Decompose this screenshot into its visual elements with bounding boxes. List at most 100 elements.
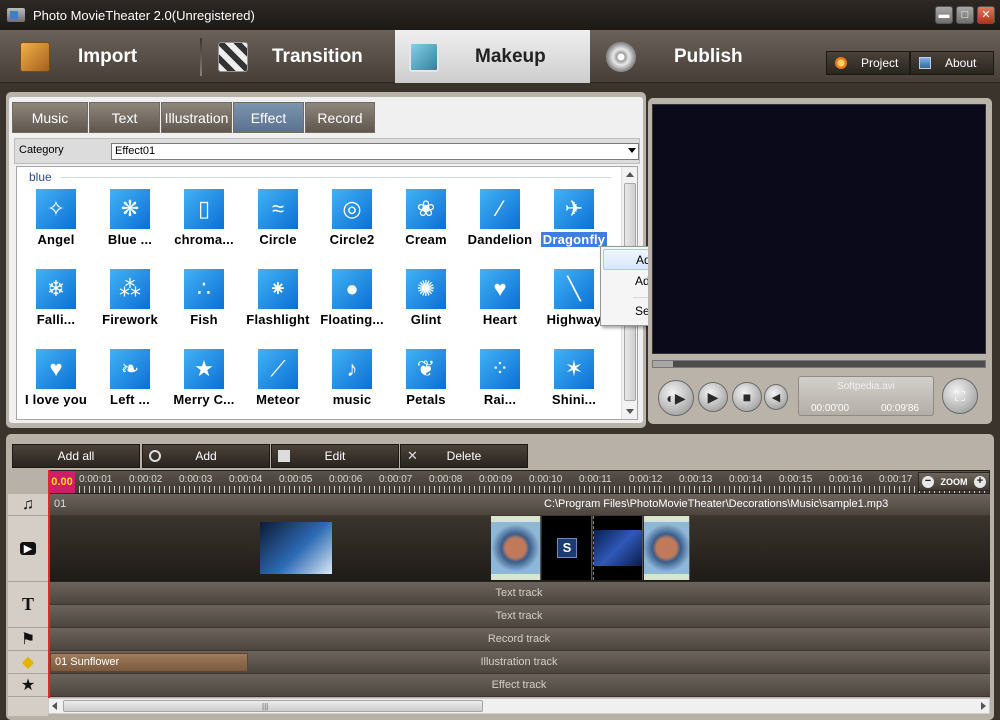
effect-tile[interactable]: ▯ chroma... xyxy=(167,189,241,265)
effect-tile[interactable]: ⁄ Dandelion xyxy=(463,189,537,265)
close-button[interactable]: ✕ xyxy=(977,6,995,24)
effect-tile[interactable]: ⁂ Firework xyxy=(93,269,167,345)
effect-tile[interactable]: ✶ Shini... xyxy=(537,349,611,419)
preview-progress-bar[interactable] xyxy=(652,360,986,368)
volume-button[interactable]: ◀ xyxy=(764,384,788,410)
effect-glyph-icon: ❀ xyxy=(416,196,436,221)
effect-tile[interactable]: ❦ Petals xyxy=(389,349,463,419)
timeline-edit-button[interactable]: Edit xyxy=(271,444,399,468)
effect-thumbnail: ≈ xyxy=(258,189,298,229)
effect-tile[interactable]: ❀ Cream xyxy=(389,189,463,265)
subtab-effect[interactable]: Effect xyxy=(233,102,304,133)
effect-tile[interactable]: ★ Merry C... xyxy=(167,349,241,419)
effect-glyph-icon: ⁄ xyxy=(498,196,502,221)
effect-tile[interactable]: ❧ Left ... xyxy=(93,349,167,419)
tab-transition[interactable]: Transition xyxy=(204,30,394,83)
subtab-illustration[interactable]: Illustration xyxy=(161,102,232,133)
current-time: 00:00'00 xyxy=(811,403,850,414)
track-icon-column: ♫ ▶ T ⚑ ◆ ★ xyxy=(8,494,48,716)
ruler-tick-label: 0:00:07 xyxy=(379,474,413,485)
zoom-in-icon[interactable]: + xyxy=(974,475,986,488)
tab-makeup[interactable]: Makeup xyxy=(395,30,590,83)
subtab-music[interactable]: Music xyxy=(12,102,88,133)
music-note-icon: ♫ xyxy=(8,494,48,516)
timeline-add-button[interactable]: Add xyxy=(142,444,270,468)
transition-clip[interactable] xyxy=(491,516,541,580)
effect-tile[interactable]: ❄ Falli... xyxy=(19,269,93,345)
timeline-scroll-thumb[interactable]: ||| xyxy=(63,700,483,712)
effect-name: Circle2 xyxy=(329,232,375,247)
effect-tile[interactable]: ❋ Blue ... xyxy=(93,189,167,265)
softpedia-logo: S xyxy=(557,538,577,558)
effect-tile[interactable]: ⟋ Meteor xyxy=(241,349,315,419)
text-track-2[interactable]: Text track xyxy=(48,605,990,628)
category-select[interactable]: Effect01 xyxy=(111,143,639,160)
effect-thumbnail: ⁘ xyxy=(480,349,520,389)
timeline-scrollbar[interactable]: ||| xyxy=(48,698,990,714)
effect-tile[interactable]: ◎ Circle2 xyxy=(315,189,389,265)
effect-tile[interactable]: ♥ Heart xyxy=(463,269,537,345)
play-pause-button[interactable]: ◐▶ xyxy=(658,380,694,416)
tab-import[interactable]: Import xyxy=(6,30,198,83)
play-pause-icon: ◐▶ xyxy=(666,389,686,406)
effect-tile[interactable]: ♥ I love you xyxy=(19,349,93,419)
about-button[interactable]: About xyxy=(910,51,994,75)
video-clip[interactable] xyxy=(260,516,332,580)
transition-clip[interactable] xyxy=(644,516,690,580)
stop-button[interactable]: ■ xyxy=(732,382,762,412)
subtab-text[interactable]: Text xyxy=(89,102,160,133)
effect-name: Left ... xyxy=(110,392,150,407)
effect-tile[interactable]: ∴ Fish xyxy=(167,269,241,345)
record-track[interactable]: Record track xyxy=(48,628,990,651)
effect-tile[interactable]: ⁕ Flashlight xyxy=(241,269,315,345)
fullscreen-button[interactable]: ⛶ xyxy=(942,378,978,414)
playhead[interactable] xyxy=(48,470,50,698)
zoom-out-icon[interactable]: − xyxy=(922,475,934,488)
music-track[interactable]: 01 C:\Program Files\PhotoMovieTheater\De… xyxy=(48,494,990,516)
effect-tile[interactable]: ⁘ Rai... xyxy=(463,349,537,419)
effect-tile[interactable]: ✺ Glint xyxy=(389,269,463,345)
speaker-icon: ◀ xyxy=(771,391,781,404)
ruler-tick-label: 0:00:05 xyxy=(279,474,313,485)
scroll-down-icon[interactable] xyxy=(626,409,634,414)
effect-track[interactable]: Effect track xyxy=(48,674,990,697)
effect-glyph-icon: ⟋ xyxy=(270,356,286,381)
subtab-record[interactable]: Record xyxy=(305,102,375,133)
effect-name: Dandelion xyxy=(467,232,533,247)
effect-tile[interactable]: ✧ Angel xyxy=(19,189,93,265)
image-clip-thumbnail xyxy=(594,530,642,566)
effect-thumbnail: ❄ xyxy=(36,269,76,309)
effect-thumbnail: ❧ xyxy=(110,349,150,389)
project-button[interactable]: Project xyxy=(826,51,910,75)
ruler-tick-label: 0:00:11 xyxy=(579,474,612,485)
illustration-clip[interactable]: 01 Sunflower xyxy=(50,653,248,672)
timeline-ruler[interactable]: 0.00 0:00:01 0:00:02 0:00:03 0:00:04 0:00:05… xyxy=(48,470,990,494)
timeline-add-all-button[interactable]: Add all xyxy=(12,444,140,468)
ruler-tick-label: 0:00:12 xyxy=(629,474,663,485)
minimize-button[interactable]: ▬ xyxy=(935,6,953,24)
image-clip[interactable]: S xyxy=(542,516,592,580)
image-clip[interactable] xyxy=(593,516,643,580)
effect-name: Shini... xyxy=(551,392,597,407)
play-button[interactable]: ▶ xyxy=(698,382,728,412)
video-track[interactable]: S xyxy=(48,516,990,582)
effect-tile[interactable]: ≈ Circle xyxy=(241,189,315,265)
scroll-left-icon[interactable] xyxy=(52,702,57,710)
text-track-1[interactable]: Text track xyxy=(48,582,990,605)
effect-glyph-icon: ✶ xyxy=(564,356,584,381)
effect-tile[interactable]: ● Floating... xyxy=(315,269,389,345)
tab-publish-label: Publish xyxy=(674,45,743,67)
effect-thumbnail: ❦ xyxy=(406,349,446,389)
tab-publish[interactable]: Publish xyxy=(592,30,784,83)
scroll-grip-icon: ||| xyxy=(262,702,269,711)
effect-tile[interactable]: ♪ music xyxy=(315,349,389,419)
timeline-delete-button[interactable]: ✕ Delete xyxy=(400,444,528,468)
ruler-tick-label: 0:00:14 xyxy=(729,474,763,485)
scroll-up-icon[interactable] xyxy=(626,172,634,177)
add-all-label: Add all xyxy=(57,449,95,463)
effect-thumbnail: ★ xyxy=(184,349,224,389)
effect-glyph-icon: ⁘ xyxy=(490,356,510,381)
maximize-button[interactable]: □ xyxy=(956,6,974,24)
total-time: 00:09'86 xyxy=(880,403,919,414)
scroll-right-icon[interactable] xyxy=(981,702,986,710)
